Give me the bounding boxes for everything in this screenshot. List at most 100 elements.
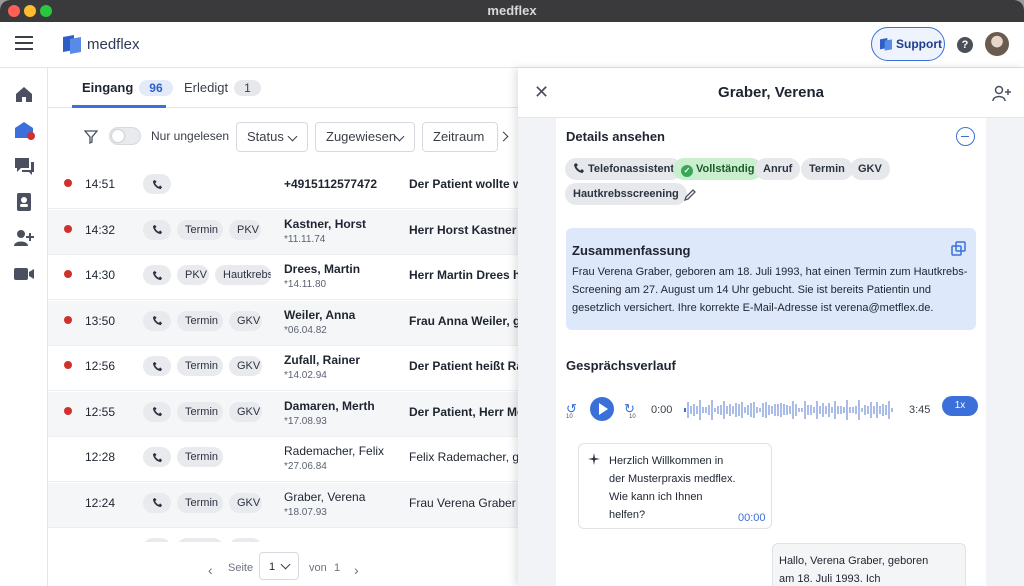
home-icon[interactable] — [12, 82, 36, 106]
help-icon[interactable]: ? — [957, 37, 973, 53]
unread-label: Nur ungelesen — [151, 129, 230, 143]
unread-toggle[interactable] — [109, 127, 141, 145]
row-contact-name: Graber, Verena — [284, 489, 366, 504]
video-icon[interactable] — [12, 262, 36, 286]
waveform-bar — [885, 404, 887, 416]
table-row[interactable]: 13:50 Termin GKV Weiler, Anna *06.04.82 Frau … — [48, 300, 518, 346]
filter-bar: Nur ungelesen Status Zugewiesen Zeitraum — [48, 120, 518, 154]
contacts-icon[interactable] — [12, 190, 36, 214]
phone-icon — [574, 163, 584, 173]
assigned-filter-label: Zugewiesen — [326, 129, 397, 144]
waveform-bar — [873, 406, 875, 414]
waveform-bar — [783, 404, 785, 416]
row-time: 14:51 — [85, 177, 116, 191]
row-tag: PKV — [229, 219, 261, 240]
tag-appointment: Termin — [801, 158, 853, 180]
edit-icon[interactable] — [683, 188, 697, 202]
tag-status-complete: ✓ Vollständig — [673, 158, 763, 180]
close-window-button[interactable] — [8, 5, 20, 17]
waveform-bar — [804, 400, 806, 420]
add-user-icon[interactable] — [992, 84, 1012, 102]
conversation-heading: Gesprächsverlauf — [566, 358, 676, 373]
active-tab-indicator — [72, 105, 166, 108]
assistant-message: Herzlich Willkommen in der Musterpraxis … — [578, 443, 772, 529]
table-row[interactable]: 12:56 Termin GKV Zufall, Rainer *14.02.94 Der… — [48, 346, 518, 391]
unread-dot — [64, 179, 72, 187]
row-time: 12:55 — [85, 404, 116, 419]
tab-eingang[interactable]: Eingang 96 — [82, 80, 173, 96]
row-message-preview: Der Patient, Herr Merth — [409, 404, 518, 419]
page-select[interactable]: 1 — [259, 552, 299, 580]
waveform[interactable] — [684, 393, 896, 427]
tag-telefonassistent: Telefonassistent — [565, 158, 682, 180]
table-row[interactable]: 12:24 Termin GKV Graber, Verena *18.07.93 Fra… — [48, 482, 518, 528]
inbox-icon[interactable] — [12, 118, 36, 142]
title-bar: medflex — [0, 0, 1024, 22]
row-birthdate: *14.11.80 — [284, 279, 327, 290]
brand-name: medflex — [87, 36, 140, 53]
collapse-icon[interactable] — [956, 127, 975, 146]
detail-scroll-area: Details ansehen Telefonassistent ✓ Vollst… — [518, 118, 1024, 586]
play-button[interactable] — [590, 397, 614, 421]
chat-icon[interactable] — [12, 154, 36, 178]
table-row[interactable]: 14:51 +4915112577472 Der Patient wollte wi… — [48, 164, 518, 209]
menu-icon[interactable] — [15, 36, 33, 50]
waveform-bar — [711, 400, 713, 420]
app-header: medflex Support ? — [0, 22, 1024, 68]
details-heading: Details ansehen — [566, 129, 665, 144]
status-filter[interactable]: Status — [236, 122, 308, 152]
phone-icon — [143, 447, 171, 467]
row-time: 12:22 — [85, 541, 115, 542]
row-message-preview: Der Patient heißt Rainer — [409, 359, 518, 373]
skip-back-icon[interactable]: ↺ 10 — [566, 401, 580, 421]
add-user-icon[interactable] — [12, 226, 36, 250]
brand-logo: medflex — [60, 32, 140, 61]
waveform-bar — [684, 408, 686, 412]
skip-forward-icon[interactable]: ↻ 10 — [624, 401, 638, 421]
row-contact-name: +4915112577472 — [284, 177, 378, 191]
prev-page-icon[interactable]: ‹ — [208, 562, 213, 578]
next-page-icon[interactable]: › — [354, 562, 359, 578]
copy-icon[interactable] — [951, 241, 967, 257]
filter-icon[interactable] — [84, 130, 98, 144]
waveform-bar — [699, 400, 701, 420]
waveform-bar — [786, 405, 788, 415]
table-row[interactable]: 12:55 Termin GKV Damaren, Merth *17.08.93 Der… — [48, 391, 518, 437]
assigned-filter[interactable]: Zugewiesen — [315, 122, 415, 152]
period-filter-label: Zeitraum — [433, 129, 485, 144]
waveform-bar — [855, 405, 857, 415]
row-time: 13:50 — [85, 313, 116, 328]
phone-icon — [143, 174, 171, 194]
row-contact-name: Zufall, Rainer — [284, 353, 361, 367]
row-tag: GKV — [229, 356, 262, 376]
waveform-bar — [879, 406, 881, 414]
playback-speed-button[interactable]: 1x — [942, 396, 978, 416]
table-row[interactable]: 14:32 Termin PKV Kastner, Horst *11.11.74 Her… — [48, 209, 518, 255]
row-contact-name: Damaren, Merth — [284, 398, 375, 413]
waveform-bar — [825, 405, 827, 415]
row-tag: Termin — [177, 401, 223, 422]
support-button[interactable]: Support — [871, 27, 945, 61]
chevron-right-icon[interactable] — [498, 131, 509, 142]
audio-player: ↺ 10 ↻ 10 0:00 3:45 1x — [566, 393, 978, 433]
waveform-bar — [735, 403, 737, 417]
table-row[interactable]: 12:22 Termin GKV Graber, Verena Frau Verena … — [48, 528, 518, 542]
waveform-bar — [759, 407, 761, 412]
period-filter[interactable]: Zeitraum — [422, 122, 498, 152]
waveform-bar — [723, 401, 725, 419]
waveform-bar — [822, 402, 824, 418]
maximize-window-button[interactable] — [40, 5, 52, 17]
table-row[interactable]: 12:28 Termin Rademacher, Felix *27.06.84 Fel… — [48, 437, 518, 482]
tab-erledigt[interactable]: Erledigt 1 — [184, 80, 261, 96]
row-birthdate: *18.07.93 — [284, 506, 327, 518]
waveform-bar — [720, 404, 722, 416]
minimize-window-button[interactable] — [24, 5, 36, 17]
waveform-bar — [771, 405, 773, 415]
audio-total-time: 3:45 — [909, 404, 931, 416]
waveform-bar — [762, 402, 764, 418]
unread-dot — [64, 270, 72, 278]
row-tag: PKV — [177, 265, 209, 285]
avatar[interactable] — [985, 32, 1009, 56]
row-message-preview: Frau Verena Graber hat — [409, 495, 518, 510]
table-row[interactable]: 14:30 PKV Hautkrebs Drees, Martin *14.11.80 H… — [48, 255, 518, 300]
